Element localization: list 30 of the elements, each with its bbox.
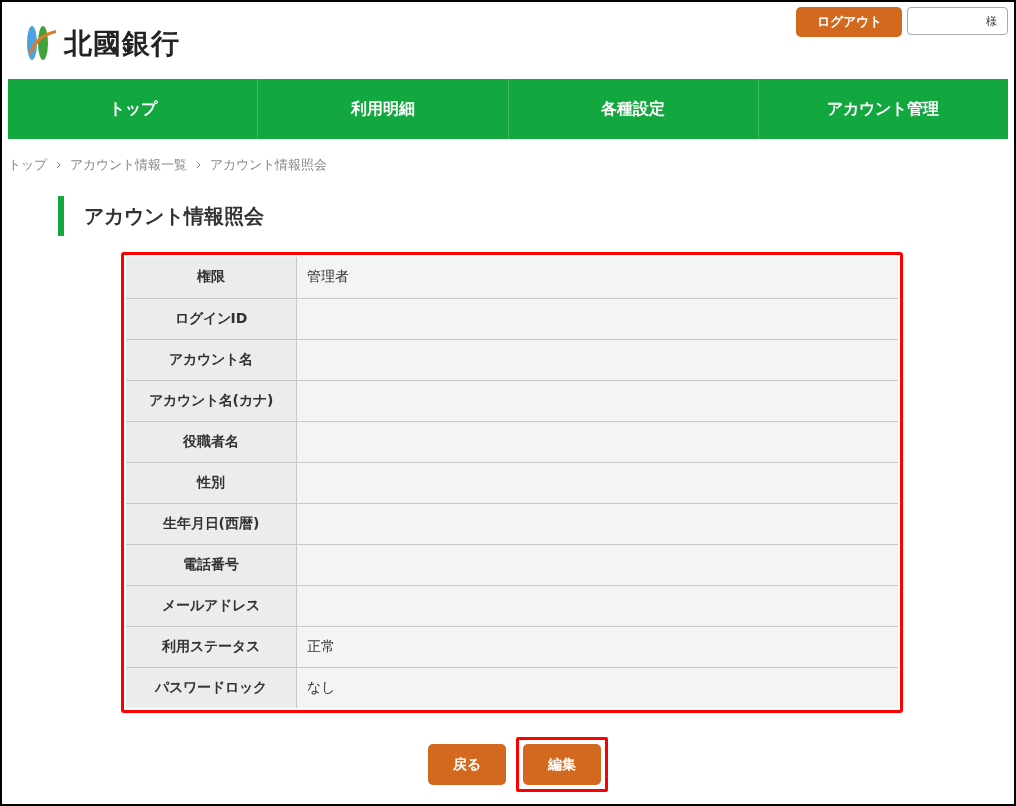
- breadcrumb-current: アカウント情報照会: [210, 156, 327, 174]
- row-label: 性別: [126, 462, 297, 503]
- nav-item[interactable]: 利用明細: [257, 79, 508, 139]
- logo-icon: [26, 25, 56, 62]
- logout-button[interactable]: ログアウト: [796, 7, 902, 37]
- logo-text: 北國銀行: [64, 25, 180, 62]
- row-label: 役職者名: [126, 421, 297, 462]
- chevron-icon: [196, 161, 201, 169]
- action-button[interactable]: 編集: [522, 744, 601, 785]
- row-value: 正常: [296, 626, 898, 667]
- row-label: 電話番号: [126, 544, 297, 585]
- breadcrumb-link[interactable]: アカウント情報一覧: [70, 156, 187, 174]
- chevron-icon: [56, 161, 61, 169]
- nav-item[interactable]: アカウント管理: [757, 79, 1008, 139]
- action-button[interactable]: 戻る: [427, 744, 506, 785]
- nav-item[interactable]: 各種設定: [507, 79, 758, 139]
- row-label: メールアドレス: [126, 585, 297, 626]
- row-label: アカウント名(カナ): [126, 380, 297, 421]
- row-label: パスワードロック: [126, 667, 297, 708]
- row-label: 生年月日(西暦): [126, 503, 297, 544]
- breadcrumb-link[interactable]: トップ: [8, 156, 47, 174]
- page-title: アカウント情報照会: [58, 196, 1014, 236]
- user-name-field: 様: [907, 7, 1008, 35]
- row-label: 利用ステータス: [126, 626, 297, 667]
- row-label: アカウント名: [126, 339, 297, 380]
- row-value: なし: [296, 667, 898, 708]
- row-label: ログインID: [126, 298, 297, 339]
- row-value: 管理者: [296, 257, 898, 298]
- row-label: 権限: [126, 257, 297, 298]
- nav-item[interactable]: トップ: [8, 79, 258, 139]
